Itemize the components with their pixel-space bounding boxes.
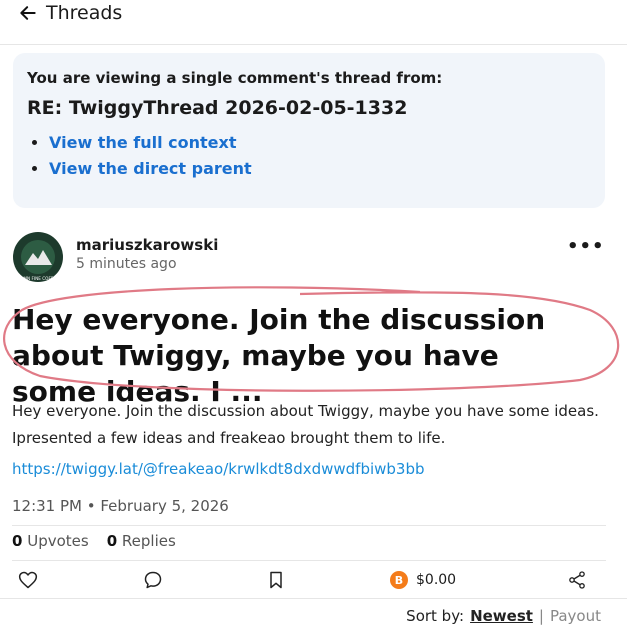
more-options-button[interactable]: •••: [567, 236, 605, 257]
divider: [12, 560, 606, 561]
sort-bar: Sort by: Newest | Payout: [406, 607, 601, 625]
bookmark-button[interactable]: [266, 570, 288, 592]
upvotes-stat[interactable]: 0 Upvotes: [12, 532, 89, 550]
post-headline: Hey everyone. Join the discussion about …: [12, 303, 546, 408]
upvote-button[interactable]: [18, 570, 40, 592]
back-button[interactable]: Threads: [18, 2, 122, 24]
notice-lead: You are viewing a single comment's threa…: [27, 69, 443, 87]
view-direct-parent-link[interactable]: View the direct parent: [49, 159, 252, 179]
upvotes-label: Upvotes: [27, 532, 89, 550]
bitcoin-icon: B: [390, 571, 408, 589]
post-body: Hey everyone. Join the discussion about …: [12, 402, 599, 447]
author-name[interactable]: mariuszkarowski: [76, 236, 218, 254]
arrow-left-icon: [20, 6, 36, 20]
divider: [0, 598, 627, 599]
sort-label: Sort by:: [406, 607, 465, 625]
context-links: View the full context View the direct pa…: [49, 133, 252, 185]
thread-notice-panel: You are viewing a single comment's threa…: [13, 53, 605, 208]
sort-payout[interactable]: Payout: [550, 607, 601, 625]
share-button[interactable]: [567, 570, 589, 592]
avatar-text: DAMN FINE COFFEE: [17, 276, 59, 281]
post-link[interactable]: https://twiggy.lat/@freakeao/krwlkdt8dxd…: [12, 460, 425, 478]
post-time: 5 minutes ago: [76, 256, 177, 272]
sort-separator: |: [538, 607, 544, 625]
top-bar: Threads: [0, 0, 627, 45]
share-icon: [569, 571, 585, 589]
reply-button[interactable]: [143, 570, 165, 592]
parent-title: RE: TwiggyThread 2026-02-05-1332: [27, 97, 408, 119]
payout-amount: $0.00: [416, 572, 457, 588]
comment-icon: [144, 571, 162, 589]
avatar[interactable]: DAMN FINE COFFEE: [12, 231, 64, 283]
heart-icon: [18, 571, 38, 589]
payout[interactable]: B $0.00: [390, 571, 456, 589]
sort-newest[interactable]: Newest: [470, 607, 533, 625]
bookmark-icon: [270, 571, 282, 589]
post-date: 12:31 PM • February 5, 2026: [12, 497, 229, 515]
replies-count: 0: [106, 532, 118, 550]
replies-stat[interactable]: 0 Replies: [107, 532, 176, 550]
view-full-context-link[interactable]: View the full context: [49, 133, 252, 153]
replies-label: Replies: [121, 532, 176, 550]
divider: [12, 525, 606, 526]
upvotes-count: 0: [12, 532, 23, 550]
post-stats: 0 Upvotes 0 Replies: [12, 532, 176, 550]
page-title: Threads: [46, 2, 123, 24]
